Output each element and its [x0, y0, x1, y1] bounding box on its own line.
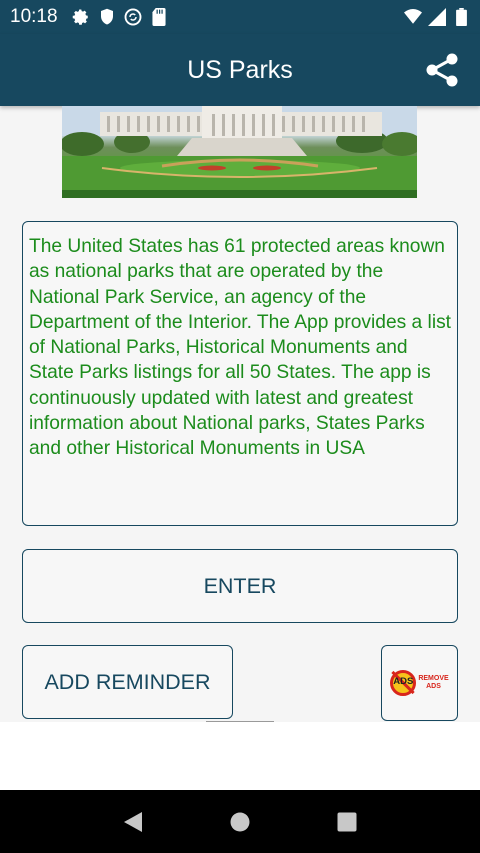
recents-icon — [337, 812, 357, 831]
sync-icon — [124, 8, 142, 26]
hero-image — [62, 106, 417, 198]
remove-ads-icon: ADS REMOVE ADS — [390, 670, 449, 696]
shield-icon — [98, 8, 116, 26]
add-reminder-button[interactable]: ADD REMINDER — [22, 645, 233, 719]
battery-icon — [452, 8, 470, 26]
sd-card-icon — [150, 8, 168, 26]
description-text: The United States has 61 protected areas… — [29, 236, 452, 460]
add-reminder-button-label: ADD REMINDER — [44, 669, 211, 694]
wifi-icon — [404, 8, 422, 26]
back-icon — [124, 811, 143, 832]
home-button[interactable] — [220, 802, 260, 842]
remove-ads-button[interactable]: ADS REMOVE ADS — [381, 645, 458, 721]
description-box: The United States has 61 protected areas… — [22, 221, 458, 526]
status-icons-right — [404, 8, 470, 26]
home-icon — [230, 812, 250, 831]
signal-icon — [428, 8, 446, 26]
remove-ads-badge-text: ADS — [393, 676, 414, 687]
enter-button-label: ENTER — [203, 573, 277, 598]
enter-button[interactable]: ENTER — [22, 549, 458, 623]
ad-banner-area — [0, 722, 480, 790]
status-bar: 10:18 — [0, 0, 480, 34]
status-icons-left — [72, 8, 168, 26]
app-title: US Parks — [187, 55, 293, 84]
back-button[interactable] — [113, 802, 153, 842]
remove-ads-label-line2: ADS — [426, 683, 441, 690]
share-icon — [426, 53, 458, 87]
app-bar: US Parks — [0, 34, 480, 106]
share-button[interactable] — [420, 48, 464, 92]
system-nav-bar — [0, 790, 480, 853]
status-time: 10:18 — [10, 6, 58, 27]
gear-icon — [72, 8, 90, 26]
recents-button[interactable] — [327, 802, 367, 842]
remove-ads-label-line1: REMOVE — [418, 675, 449, 682]
